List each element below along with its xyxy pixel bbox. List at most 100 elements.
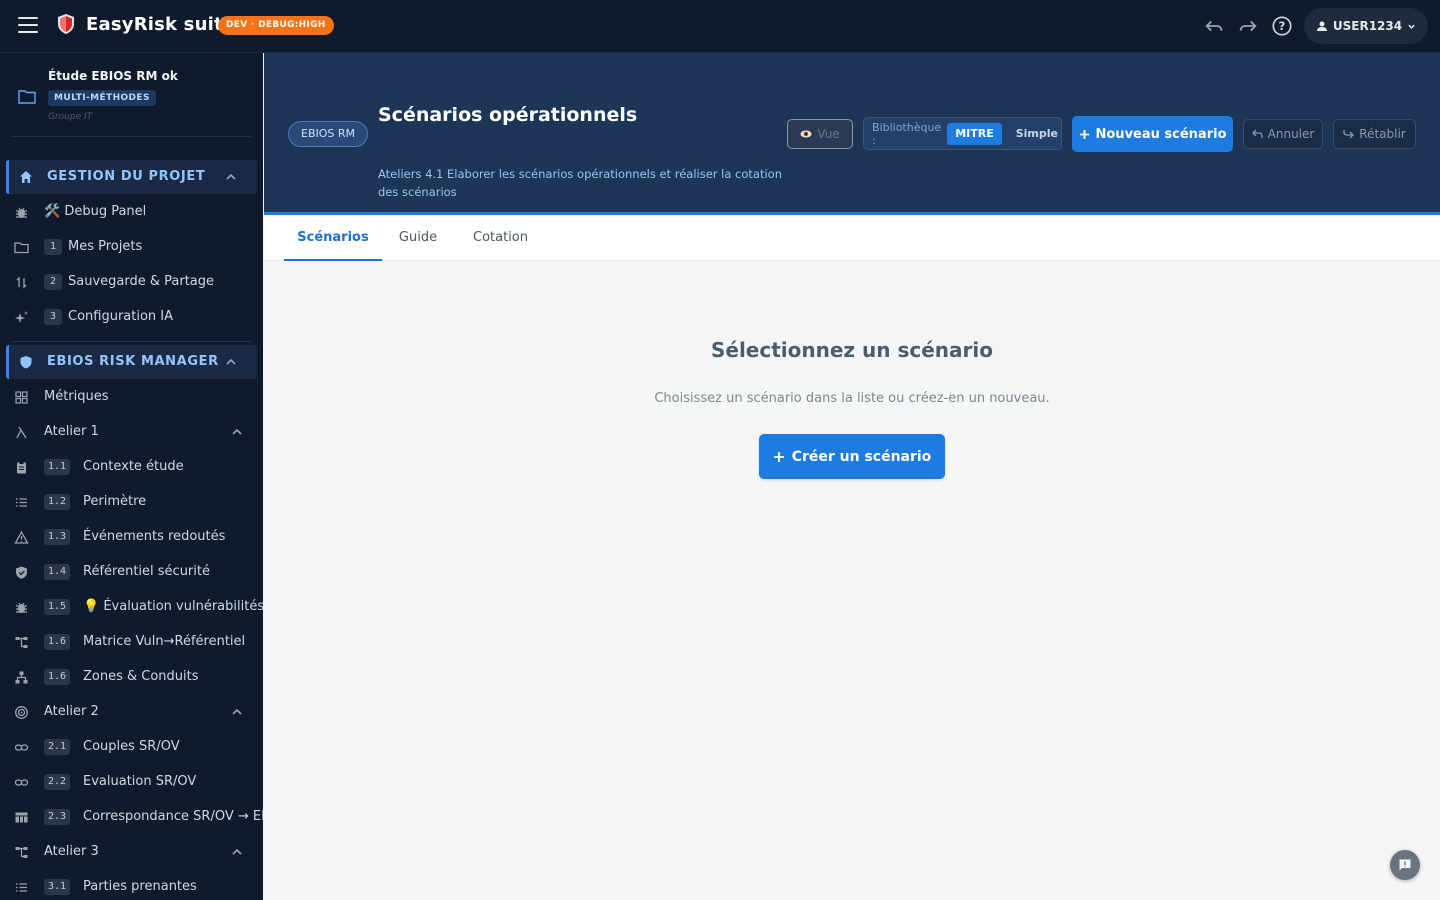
undo-arrow-icon: [1251, 129, 1263, 138]
top-bar: EasyRisk suite DEV · DEBUG:HIGH ? USER12…: [0, 0, 1440, 53]
library-option-simple[interactable]: Simple: [1008, 123, 1066, 145]
sidebar-item-sauvegarde[interactable]: 2 Sauvegarde & Partage: [0, 265, 263, 300]
sidebar-item-config-ia[interactable]: 3 Configuration IA: [0, 300, 263, 335]
sidebar-item-perimetre[interactable]: 1.2 Perimètre: [0, 485, 263, 520]
sidebar-item-label: 💡 Évaluation vulnérabilités: [83, 599, 263, 614]
app-brand: EasyRisk suite: [86, 14, 236, 35]
divider: [12, 341, 251, 342]
sidebar-item-metriques[interactable]: Métriques: [0, 380, 263, 415]
section-gestion-projet[interactable]: GESTION DU PROJET: [6, 160, 257, 194]
sidebar-item-label: Perimètre: [83, 494, 147, 509]
link-icon: [14, 779, 29, 786]
sidebar-item-label: Couples SR/OV: [83, 739, 180, 754]
empty-state-subtitle: Choisissez un scénario dans la liste ou …: [654, 391, 1050, 406]
shield-check-icon: [16, 566, 27, 579]
library-option-mitre[interactable]: MITRE: [947, 122, 1002, 145]
tab-cotation[interactable]: Cotation: [462, 216, 539, 261]
clipboard-icon: [17, 461, 26, 474]
tab-guide[interactable]: Guide: [390, 216, 446, 261]
env-badge: DEV · DEBUG:HIGH: [218, 16, 334, 35]
sidebar-item-referentiel[interactable]: 1.4 Référentiel sécurité: [0, 555, 263, 590]
sidebar-item-contexte[interactable]: 1.1 Contexte étude: [0, 450, 263, 485]
redo-button[interactable]: Rétablir: [1333, 119, 1416, 149]
page-title: Scénarios opérationnels: [378, 104, 638, 126]
grid-icon: [15, 391, 28, 404]
help-icon[interactable]: ?: [1270, 14, 1294, 38]
bug-icon: [16, 602, 27, 613]
user-menu-button[interactable]: USER1234: [1304, 8, 1428, 44]
project-title: Étude EBIOS RM ok: [48, 69, 178, 83]
sidebar-item-couples[interactable]: 2.1 Couples SR/OV: [0, 730, 263, 765]
chevron-up-icon: [232, 848, 242, 855]
sidebar-item-correspondance[interactable]: 2.3 Correspondance SR/OV → ER: [0, 800, 263, 835]
chevron-up-icon: [226, 173, 236, 180]
sidebar-item-evenements[interactable]: 1.3 Événements redoutés: [0, 520, 263, 555]
sidebar-item-label: Mes Projets: [68, 239, 143, 254]
library-toggle: Bibliothèque : MITRE Simple: [863, 117, 1062, 150]
undo-icon[interactable]: [1202, 14, 1226, 38]
sidebar-item-matrice[interactable]: 1.6 Matrice Vuln→Référentiel: [0, 625, 263, 660]
menu-icon[interactable]: [18, 17, 38, 33]
step-number: 1.6: [44, 634, 71, 650]
chevron-up-icon: [232, 708, 242, 715]
sidebar-item-label: Atelier 3: [44, 844, 99, 859]
project-group: Groupe IT: [48, 112, 93, 122]
sidebar-item-label: Correspondance SR/OV → ER: [83, 809, 263, 824]
sidebar-item-vulnerabilites[interactable]: 1.5 💡 Évaluation vulnérabilités: [0, 590, 263, 625]
sidebar-item-label: 🛠️ Debug Panel: [44, 204, 147, 219]
feedback-button[interactable]: [1390, 850, 1420, 880]
folder-icon: [18, 90, 36, 104]
hierarchy-icon: [15, 847, 28, 858]
step-number: 1.3: [44, 529, 71, 545]
library-label: Bibliothèque :: [872, 120, 942, 147]
breadcrumb-badge[interactable]: EBIOS RM: [288, 121, 369, 147]
empty-state-title: Sélectionnez un scénario: [710, 338, 993, 362]
new-scenario-button[interactable]: Nouveau scénario: [1072, 116, 1233, 152]
shield-icon: [20, 356, 32, 369]
target-icon: [15, 706, 28, 719]
section-ebios[interactable]: EBIOS RISK MANAGER: [6, 345, 257, 379]
create-scenario-button[interactable]: Créer un scénario: [759, 434, 945, 479]
page-header: EBIOS RM Scénarios opérationnels Atelier…: [264, 53, 1440, 215]
sidebar-item-evaluation-srov[interactable]: 2.2 Evaluation SR/OV: [0, 765, 263, 800]
svg-text:?: ?: [1279, 19, 1286, 33]
section-label: GESTION DU PROJET: [47, 169, 206, 184]
sidebar-item-projets[interactable]: 1 Mes Projets: [0, 230, 263, 265]
home-icon: [20, 171, 32, 183]
step-number: 1: [44, 239, 62, 255]
sidebar-item-atelier-3[interactable]: Atelier 3: [0, 835, 263, 870]
step-number: 1.4: [44, 564, 71, 580]
sidebar-item-atelier-1[interactable]: Atelier 1: [0, 415, 263, 450]
redo-icon[interactable]: [1236, 14, 1260, 38]
plus-icon: [773, 451, 784, 462]
hierarchy-icon: [15, 637, 28, 648]
sparkle-icon: [15, 311, 28, 323]
table-icon: [15, 812, 28, 823]
step-number: 2: [44, 274, 62, 290]
swap-vertical-icon: [16, 276, 27, 289]
lambda-icon: [16, 426, 27, 439]
folder-icon: [14, 242, 29, 254]
sidebar-item-label: Evaluation SR/OV: [83, 774, 197, 789]
sidebar-item-label: Configuration IA: [68, 309, 174, 324]
step-number: 2.2: [44, 774, 71, 790]
view-button[interactable]: Vue: [787, 119, 853, 149]
sidebar-item-debug[interactable]: 🛠️ Debug Panel: [0, 195, 263, 230]
section-label: EBIOS RISK MANAGER: [47, 354, 219, 369]
user-name: USER1234: [1332, 19, 1403, 33]
tab-scenarios[interactable]: Scénarios: [284, 216, 382, 261]
sidebar-item-label: Atelier 2: [44, 704, 99, 719]
step-number: 3: [44, 309, 62, 325]
sidebar-item-zones[interactable]: 1.6 Zones & Conduits: [0, 660, 263, 695]
list-icon: [16, 498, 27, 507]
sidebar-item-parties-prenantes[interactable]: 3.1 Parties prenantes: [0, 870, 263, 900]
shield-logo-icon: [58, 14, 74, 34]
list-icon: [16, 883, 27, 892]
step-number: 2.3: [44, 809, 71, 825]
sidebar-item-atelier-2[interactable]: Atelier 2: [0, 695, 263, 730]
project-card[interactable]: Étude EBIOS RM ok MULTI-MÉTHODES Groupe …: [12, 63, 251, 137]
undo-button[interactable]: Annuler: [1243, 119, 1323, 149]
sidebar-item-label: Référentiel sécurité: [83, 564, 210, 579]
chevron-down-icon: [1408, 24, 1415, 29]
step-number: 1.1: [44, 459, 71, 475]
